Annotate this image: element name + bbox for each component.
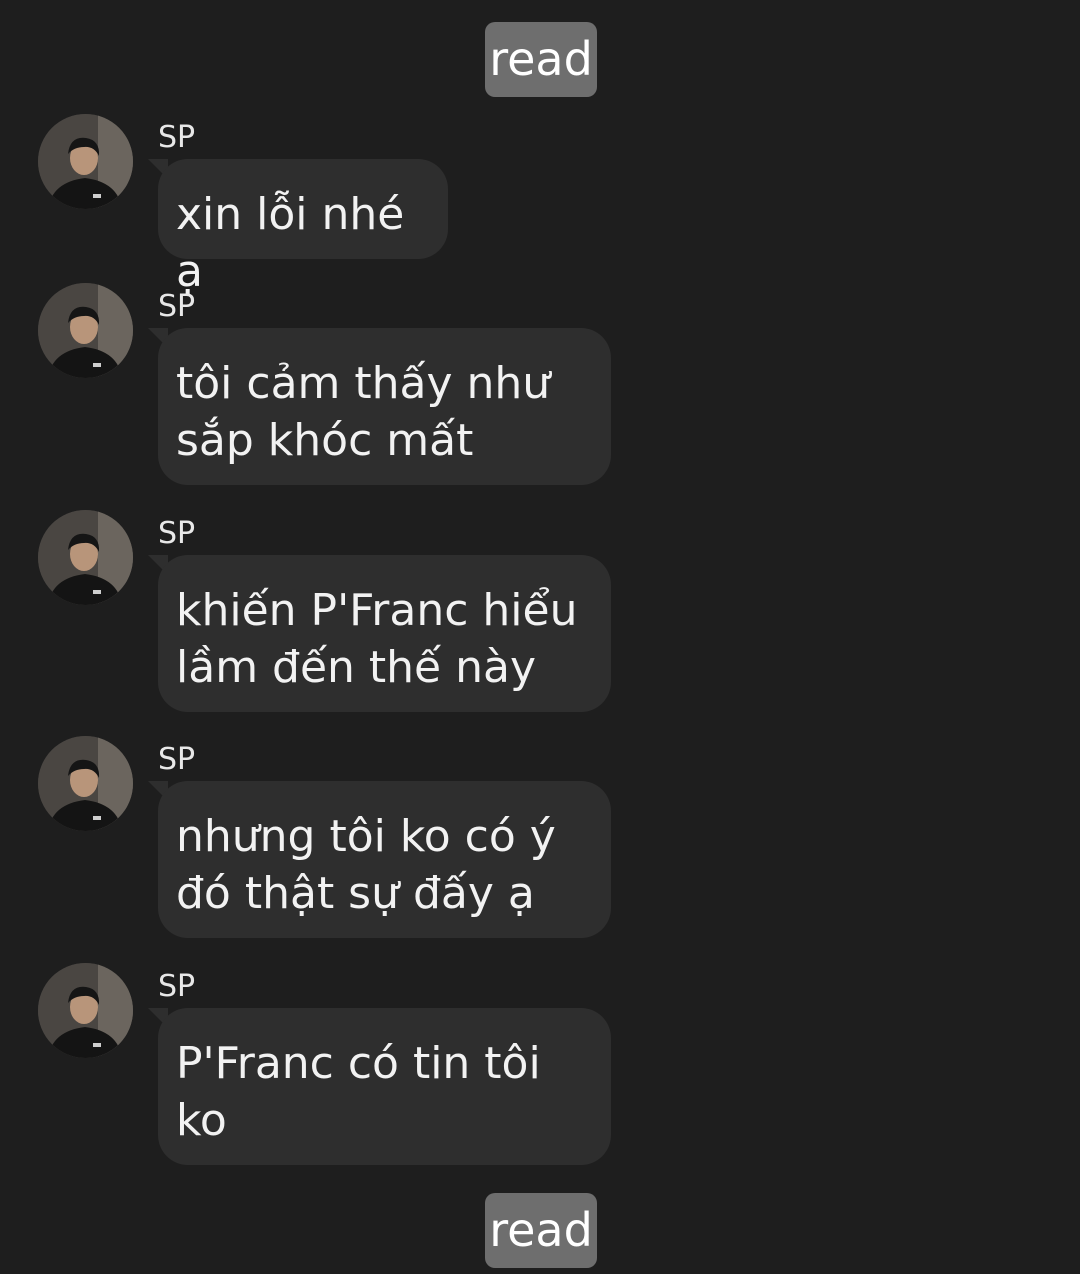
message-bubble[interactable]: P'Franc có tin tôi ko — [158, 1008, 611, 1165]
sender-name: SP — [158, 516, 196, 551]
sender-name: SP — [158, 289, 196, 324]
read-receipt: read — [485, 1193, 597, 1268]
message-bubble[interactable]: tôi cảm thấy như sắp khóc mất — [158, 328, 611, 485]
read-receipt: read — [485, 22, 597, 97]
avatar[interactable] — [38, 283, 133, 378]
avatar[interactable] — [38, 114, 133, 209]
message-bubble[interactable]: xin lỗi nhé ạ — [158, 159, 448, 297]
avatar-photo-icon — [38, 736, 133, 831]
avatar-photo-icon — [38, 510, 133, 605]
message-bubble[interactable]: nhưng tôi ko có ý đó thật sự đấy ạ — [158, 781, 611, 938]
avatar[interactable] — [38, 510, 133, 605]
avatar[interactable] — [38, 963, 133, 1058]
message-bubble[interactable]: khiến P'Franc hiểu lầm đến thế này — [158, 555, 611, 712]
sender-name: SP — [158, 969, 196, 1004]
chat-screen: read SP xin lỗi nhé ạ SP tôi cảm thấy nh… — [0, 0, 1080, 1274]
sender-name: SP — [158, 120, 196, 155]
sender-name: SP — [158, 742, 196, 777]
avatar-photo-icon — [38, 283, 133, 378]
avatar-photo-icon — [38, 114, 133, 209]
avatar-photo-icon — [38, 963, 133, 1058]
avatar[interactable] — [38, 736, 133, 831]
